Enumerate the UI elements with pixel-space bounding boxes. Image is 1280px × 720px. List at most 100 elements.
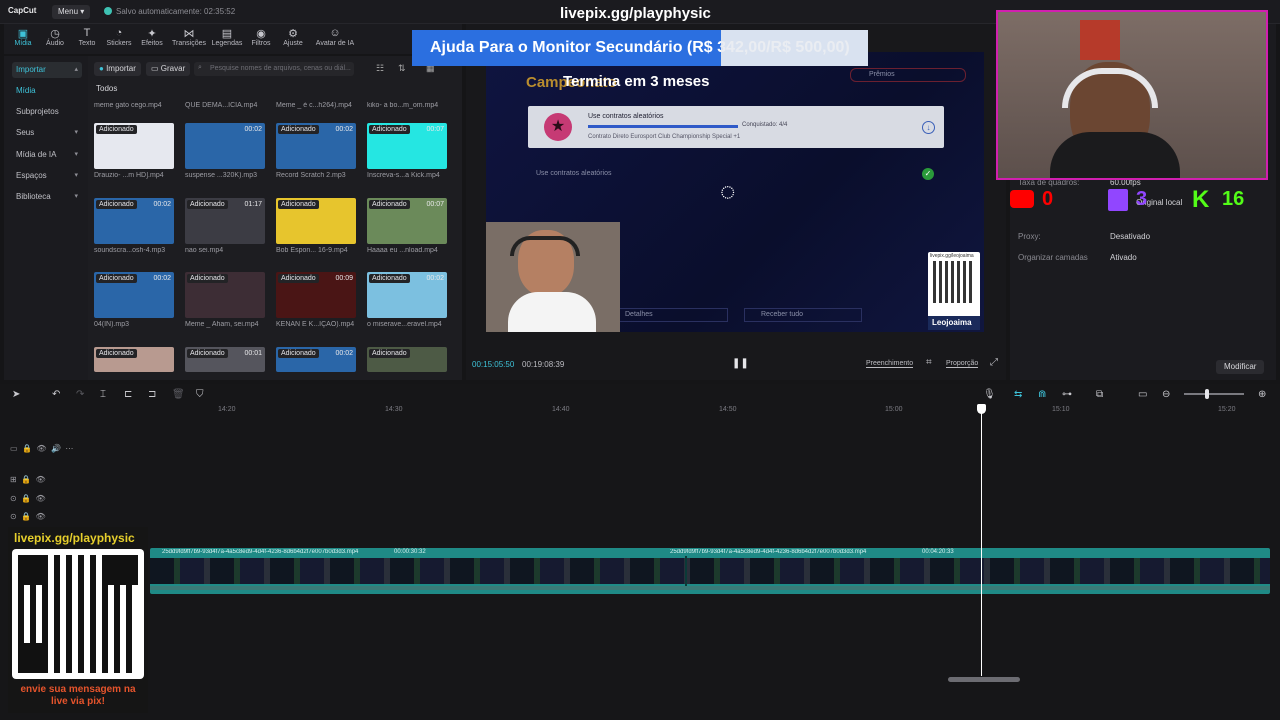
media-item[interactable]: Adicionado 00:07: [367, 123, 447, 169]
media-duration: 00:02: [426, 275, 444, 282]
link-clips-icon[interactable]: ⊶: [1062, 389, 1072, 400]
main-video-track[interactable]: 25dd9fd9ff7b9-93d4f7a-4a5c8ed9-4d4f-4236…: [150, 548, 1270, 594]
magnet-icon[interactable]: ⋒: [1038, 389, 1046, 400]
check-icon: ✓: [922, 168, 934, 180]
media-panel: ● Importar ▭ Gravar Pesquise nomes de ar…: [88, 56, 462, 380]
tab-stickers[interactable]: ◔ Stickers: [102, 27, 136, 47]
tab-all[interactable]: Todos: [96, 84, 117, 93]
pause-button[interactable]: ❚❚: [732, 358, 749, 369]
media-item[interactable]: Adicionado 00:02: [94, 198, 174, 244]
media-item[interactable]: Adicionado: [94, 123, 174, 169]
sidebar-item-library[interactable]: Biblioteca ▾: [12, 189, 82, 205]
track-controls-2[interactable]: ⊞ 🔒 👁: [10, 475, 46, 484]
redo-icon[interactable]: ↷: [76, 389, 84, 400]
tab-filters[interactable]: ◉ Filtros: [244, 27, 278, 47]
media-item[interactable]: Adicionado: [367, 347, 447, 372]
layers-value[interactable]: Ativado: [1110, 253, 1137, 262]
zoom-slider[interactable]: [1184, 393, 1244, 395]
clip-divider: [685, 556, 687, 588]
record-button[interactable]: ▭ Gravar: [146, 62, 191, 76]
import-icon: ●: [99, 64, 104, 73]
fit-icon[interactable]: ▭: [1138, 389, 1147, 400]
media-item[interactable]: Adicionado 00:07: [367, 198, 447, 244]
proxy-value[interactable]: Desativado: [1110, 232, 1150, 241]
sidebar-item-label: Subprojetos: [16, 107, 59, 116]
tab-label: Áudio: [46, 40, 64, 47]
tab-captions[interactable]: ▤ Legendas: [210, 27, 244, 47]
marker-icon[interactable]: ⛉: [196, 389, 204, 400]
media-item[interactable]: Adicionado 01:17: [185, 198, 265, 244]
menu-button[interactable]: Menu ▾: [52, 5, 91, 19]
split-right-icon[interactable]: ⊐: [148, 389, 156, 400]
media-item[interactable]: Adicionado 00:02: [276, 347, 356, 372]
sidebar-item-import[interactable]: Importar ▴: [12, 62, 82, 78]
media-item[interactable]: Adicionado: [185, 272, 265, 318]
link-icon[interactable]: ⇆: [1014, 389, 1022, 400]
microphone-icon[interactable]: 🎙: [983, 389, 996, 400]
track-controls-3[interactable]: ⊙ 🔒 👁: [10, 494, 46, 503]
playhead[interactable]: [981, 404, 982, 676]
fill-button[interactable]: Preenchimento: [866, 360, 914, 368]
ratio-button[interactable]: Proporção: [946, 360, 979, 368]
tab-label: Avatar de IA: [315, 40, 355, 47]
delete-icon[interactable]: 🗑: [172, 389, 185, 400]
sort-icon[interactable]: ⇅: [398, 63, 406, 74]
snapshot-icon[interactable]: ⌗: [926, 357, 932, 368]
zoom-in-icon[interactable]: ⊕: [1258, 389, 1266, 400]
select-tool-icon[interactable]: ➤: [12, 389, 20, 400]
transitions-icon: ⋈: [183, 28, 195, 40]
preview-video[interactable]: Campeonato Prêmios ★ Use contratos aleat…: [486, 52, 984, 332]
media-item[interactable]: Adicionado 00:02: [367, 272, 447, 318]
tab-transitions[interactable]: ⋈ Transições: [172, 27, 206, 47]
sidebar-item-yours[interactable]: Seus ▾: [12, 125, 82, 141]
track-controls-4[interactable]: ⊙ 🔒 👁: [10, 512, 46, 521]
added-badge: Adicionado: [278, 274, 319, 283]
zoom-slider-handle[interactable]: [1205, 389, 1209, 399]
effects-icon: ✦: [147, 28, 157, 40]
ruler-tick: 14:50: [719, 406, 737, 413]
clip2-time: 00:04:20:33: [922, 549, 954, 555]
chevron-down-icon: ▾: [74, 129, 78, 136]
sidebar-item-label: Mídia de IA: [16, 150, 57, 159]
split-left-icon[interactable]: ⊏: [124, 389, 132, 400]
media-item[interactable]: Adicionado 00:02: [276, 123, 356, 169]
split-icon[interactable]: ⌶: [100, 389, 106, 400]
sidebar-item-subprojects[interactable]: Subprojetos: [12, 104, 82, 120]
tab-audio[interactable]: ◷ Áudio: [38, 27, 72, 47]
media-item[interactable]: Adicionado 00:02: [94, 272, 174, 318]
sidebar-item-media[interactable]: Mídia: [12, 83, 82, 99]
tab-adjust[interactable]: ⚙ Ajuste: [276, 27, 310, 47]
timeline-scrollbar[interactable]: [948, 677, 1020, 682]
clip1-name: 25dd9fd9ff7b9-93d4f7a-4a5c8ed9-4d4f-4236…: [162, 549, 359, 555]
zoom-out-icon[interactable]: ⊖: [1162, 389, 1170, 400]
prizes-label: Prêmios: [869, 71, 895, 78]
goal-subtitle: Termina em 3 meses: [563, 73, 710, 90]
preview-axis-icon[interactable]: ⧉: [1096, 389, 1103, 400]
tab-ai-avatar[interactable]: ☺ Avatar de IA: [310, 27, 360, 47]
media-item[interactable]: 00:02: [185, 123, 265, 169]
media-item[interactable]: Adicionado: [94, 347, 174, 372]
added-badge: Adicionado: [187, 200, 228, 209]
media-item[interactable]: Adicionado: [276, 198, 356, 244]
sidebar-item-ai-media[interactable]: Mídia de IA ▾: [12, 147, 82, 163]
sidebar-item-label: Biblioteca: [16, 192, 51, 201]
sidebar-item-spaces[interactable]: Espaços ▾: [12, 168, 82, 184]
added-badge: Adicionado: [278, 200, 319, 209]
tab-media[interactable]: ▣ Mídia: [6, 27, 40, 47]
undo-icon[interactable]: ↶: [52, 389, 60, 400]
tab-effects[interactable]: ✦ Efeitos: [135, 27, 169, 47]
media-duration: 01:17: [244, 201, 262, 208]
filter-icon[interactable]: ☷: [376, 63, 384, 74]
import-button[interactable]: ● Importar: [94, 62, 141, 76]
tab-text[interactable]: T Texto: [70, 27, 104, 47]
app-logo: CapCut: [8, 6, 37, 15]
playhead-handle[interactable]: [977, 404, 986, 414]
media-caption: o miserave...eravel.mp4: [367, 321, 442, 328]
track-controls-1[interactable]: ▭ 🔒 👁 🔊 ⋯: [10, 444, 73, 453]
modify-button[interactable]: Modificar: [1216, 360, 1265, 374]
media-item[interactable]: Adicionado 00:01: [185, 347, 265, 372]
fullscreen-icon[interactable]: ⤢: [990, 357, 998, 368]
media-search-input[interactable]: Pesquise nomes de arquivos, cenas ou diá…: [194, 62, 354, 76]
media-item[interactable]: Adicionado 00:09: [276, 272, 356, 318]
media-caption: Record Scratch 2.mp3: [276, 172, 346, 179]
